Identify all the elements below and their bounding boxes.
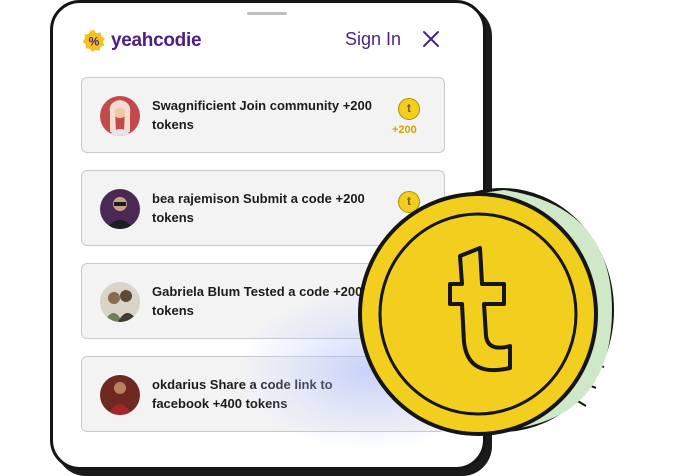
brand-logo[interactable]: % yeahcodie [82, 27, 202, 55]
activity-text: Swagnificient Join community +200 tokens [152, 98, 372, 132]
reward-amount: +200 [392, 124, 417, 136]
sign-in-link[interactable]: Sign In [345, 29, 401, 50]
activity-text: bea rajemison Submit a code +200 tokens [152, 191, 365, 225]
avatar [100, 96, 140, 136]
logo-text: yeahcodie [111, 30, 202, 51]
avatar [100, 375, 140, 415]
activity-card[interactable]: Swagnificient Join community +200 tokens… [81, 77, 445, 153]
avatar [100, 189, 140, 229]
token-coin-icon: t [398, 98, 420, 120]
logo-badge-icon: % [82, 29, 106, 53]
svg-text:%: % [89, 35, 100, 49]
app-header: % yeahcodie Sign In [53, 3, 483, 73]
avatar [100, 282, 140, 322]
close-icon[interactable] [422, 30, 440, 48]
token-coin-large-icon [354, 186, 622, 444]
